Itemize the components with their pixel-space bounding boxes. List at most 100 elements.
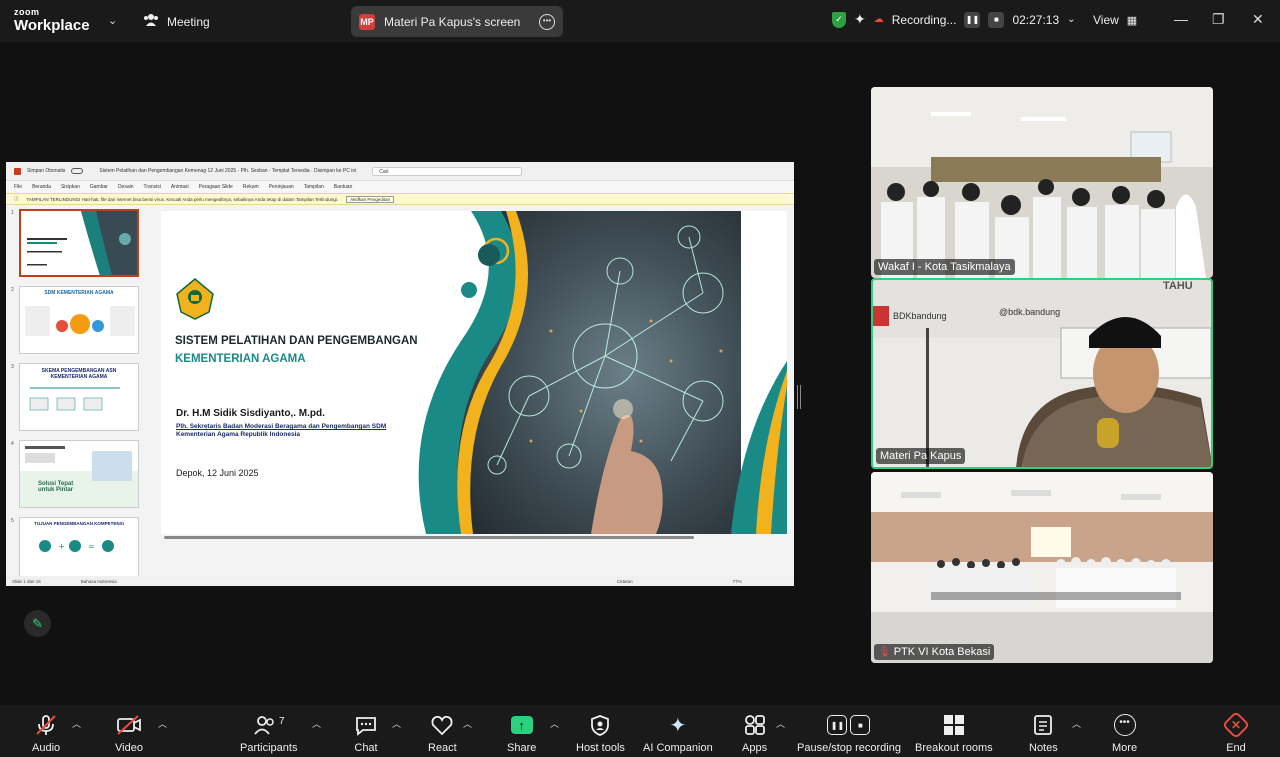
apps-icon	[744, 713, 766, 737]
ai-sparkle-icon: ✦	[669, 714, 687, 737]
view-menu[interactable]: View ▦	[1093, 13, 1137, 27]
svg-text:=: =	[88, 542, 95, 551]
thumbnail-slide-4[interactable]: Solusi Tepat untuk Pintar	[19, 440, 139, 508]
ribbon-tab[interactable]: Bantuan	[334, 184, 353, 190]
chevron-down-icon[interactable]: ⌄	[1067, 14, 1075, 25]
breakout-rooms-label: Breakout rooms	[915, 742, 993, 754]
notes-label: Notes	[1029, 742, 1058, 754]
presenter-avatar: MP	[359, 13, 375, 30]
pause-icon[interactable]: ❚❚	[964, 11, 981, 28]
horizontal-scrollbar[interactable]	[164, 536, 694, 539]
close-icon[interactable]: ✕	[1252, 11, 1264, 28]
share-indicator[interactable]: MP Materi Pa Kapus's screen •••	[351, 6, 563, 37]
thumbnail-number: 5	[11, 518, 14, 524]
audio-button[interactable]: Audio	[32, 713, 60, 754]
search-box[interactable]: Cari	[372, 166, 523, 176]
toggle-icon[interactable]	[71, 168, 84, 174]
share-button[interactable]: ↑ Share	[507, 713, 536, 754]
ribbon-tab[interactable]: Peninjauan	[269, 184, 294, 190]
main-slide[interactable]: SISTEM PELATIHAN DAN PENGEMBANGAN KEMENT…	[161, 211, 787, 534]
presenter-name: Dr. H.M Sidik Sisdiyanto,. M.pd.	[176, 408, 325, 419]
shield-icon[interactable]: ✓	[832, 11, 846, 28]
thumbnail-slide-3[interactable]: SKEMA PENGEMBANGAN ASN KEMENTERIAN AGAMA	[19, 363, 139, 431]
video-tile-3[interactable]: 🎙 PTK VI Kota Bekasi	[871, 472, 1213, 663]
thumbnail-slide-2[interactable]: SDM KEMENTERIAN AGAMA	[19, 286, 139, 354]
resize-handle[interactable]	[797, 385, 801, 409]
ribbon-tab[interactable]: Transisi	[144, 184, 161, 190]
ribbon-tab[interactable]: Sisipkan	[61, 184, 80, 190]
minimize-icon[interactable]: —	[1174, 11, 1188, 27]
info-icon: ⓘ	[14, 196, 19, 201]
meeting-menu[interactable]: Meeting	[143, 13, 210, 30]
ribbon-tab[interactable]: Rekam	[243, 184, 259, 190]
ribbon-tab[interactable]: Animasi	[171, 184, 189, 190]
host-tools-button[interactable]: Host tools	[576, 713, 625, 754]
zoom-window: zoom Workplace ⌄ Meeting MP Materi Pa Ka…	[0, 0, 1280, 757]
zoom-level[interactable]: 77%	[733, 579, 742, 584]
chevron-up-icon[interactable]: ︿	[312, 717, 321, 730]
ribbon-tab[interactable]: Peragaan Slide	[199, 184, 233, 190]
shared-screen[interactable]: Simpan Otomatis Sistem Pelatihan dan Pen…	[6, 162, 794, 586]
video-tile-2[interactable]: BDKbandung @bdk.bandung TAHU Materi Pa K…	[871, 278, 1213, 469]
ai-companion-button[interactable]: ✦ AI Companion	[643, 713, 713, 755]
thumbnail-caption: SKEMA PENGEMBANGAN ASN KEMENTERIAN AGAMA	[41, 368, 117, 380]
grid-view-icon: ▦	[1126, 14, 1138, 27]
brand-top: zoom	[14, 7, 40, 17]
heart-icon	[430, 713, 454, 737]
tile-brand: BDKbandung	[893, 311, 947, 321]
chevron-up-icon[interactable]: ︿	[392, 717, 401, 730]
ribbon-tab[interactable]: File	[14, 184, 22, 190]
slide-thumbnails: 1 2 SDM KEMENTERIAN AGAMA 3 SKEMA PENGEM…	[6, 206, 156, 585]
thumbnail-slide-5[interactable]: TUJUAN PENGEMBANGAN KOMPETENSI + =	[19, 517, 139, 585]
camera-off-icon	[116, 713, 142, 737]
ribbon-tab[interactable]: Gambar	[90, 184, 108, 190]
warning-text: TAMPILAN TERLINDUNGI Hati-hati, file dar…	[26, 196, 339, 202]
thumbnail-slide-1[interactable]	[19, 209, 139, 277]
video-tile-1[interactable]: Wakaf I - Kota Tasikmalaya	[871, 87, 1213, 278]
react-button[interactable]: React	[428, 713, 457, 754]
ribbon-tab[interactable]: Beranda	[32, 184, 51, 190]
annotate-pencil-icon[interactable]: ✎	[24, 610, 51, 637]
chevron-up-icon[interactable]: ︿	[1072, 717, 1081, 730]
video-button[interactable]: Video	[115, 713, 143, 754]
view-label: View	[1093, 13, 1119, 27]
chevron-up-icon[interactable]: ︿	[158, 717, 167, 730]
restore-icon[interactable]: ❐	[1212, 11, 1225, 28]
chevron-down-icon[interactable]: ⌄	[108, 14, 117, 27]
notes-button[interactable]: Notes	[1029, 713, 1058, 754]
slide-counter: Slide 1 dari 15	[12, 578, 41, 584]
stop-icon[interactable]: ■	[988, 11, 1005, 28]
chevron-up-icon[interactable]: ︿	[463, 717, 472, 730]
breakout-rooms-button[interactable]: Breakout rooms	[915, 713, 993, 754]
ribbon-tab[interactable]: Desain	[118, 184, 134, 190]
chevron-up-icon[interactable]: ︿	[776, 717, 785, 730]
pause-recording-button[interactable]: ❚❚ ■ Pause/stop recording	[797, 713, 901, 754]
tile-social: @bdk.bandung	[999, 307, 1061, 317]
end-button[interactable]: ✕ End	[1221, 710, 1251, 754]
pause-stop-icon: ❚❚ ■	[827, 713, 871, 737]
thumbnail-number: 4	[11, 441, 14, 447]
powerpoint-menu: File Beranda Sisipkan Gambar Desain Transisi A…	[6, 181, 794, 193]
chat-button[interactable]: Chat	[354, 713, 378, 754]
participants-label: Participants	[240, 742, 298, 754]
share-screen-icon: ↑	[510, 713, 533, 737]
more-icon[interactable]: •••	[539, 13, 555, 30]
participants-count: 7	[278, 715, 285, 727]
participant-name-label: Materi Pa Kapus	[876, 448, 966, 464]
powerpoint-icon	[14, 167, 21, 175]
chevron-up-icon[interactable]: ︿	[550, 717, 559, 730]
sparkle-icon[interactable]: ✦	[854, 11, 866, 28]
chevron-up-icon[interactable]: ︿	[72, 717, 81, 730]
enable-editing-button[interactable]: Aktifkan Pengeditan	[346, 195, 395, 203]
thumbnail-number: 3	[11, 364, 14, 370]
ribbon-tab[interactable]: Tampilan	[304, 184, 324, 190]
participants-button[interactable]: 7 Participants	[240, 713, 298, 755]
apps-button[interactable]: Apps	[742, 713, 767, 754]
thumbnail-number: 1	[11, 210, 14, 216]
meeting-toolbar: Audio ︿ Video ︿ 7 Participants ︿ Chat ︿	[0, 705, 1280, 757]
presenter-institution: Kementerian Agama Republik Indonesia	[176, 431, 301, 438]
more-button[interactable]: ••• More	[1112, 713, 1137, 754]
notes-button[interactable]: Catatan	[617, 579, 633, 584]
end-label: End	[1226, 742, 1246, 754]
language-label: Bahasa Indonesia	[80, 578, 117, 584]
